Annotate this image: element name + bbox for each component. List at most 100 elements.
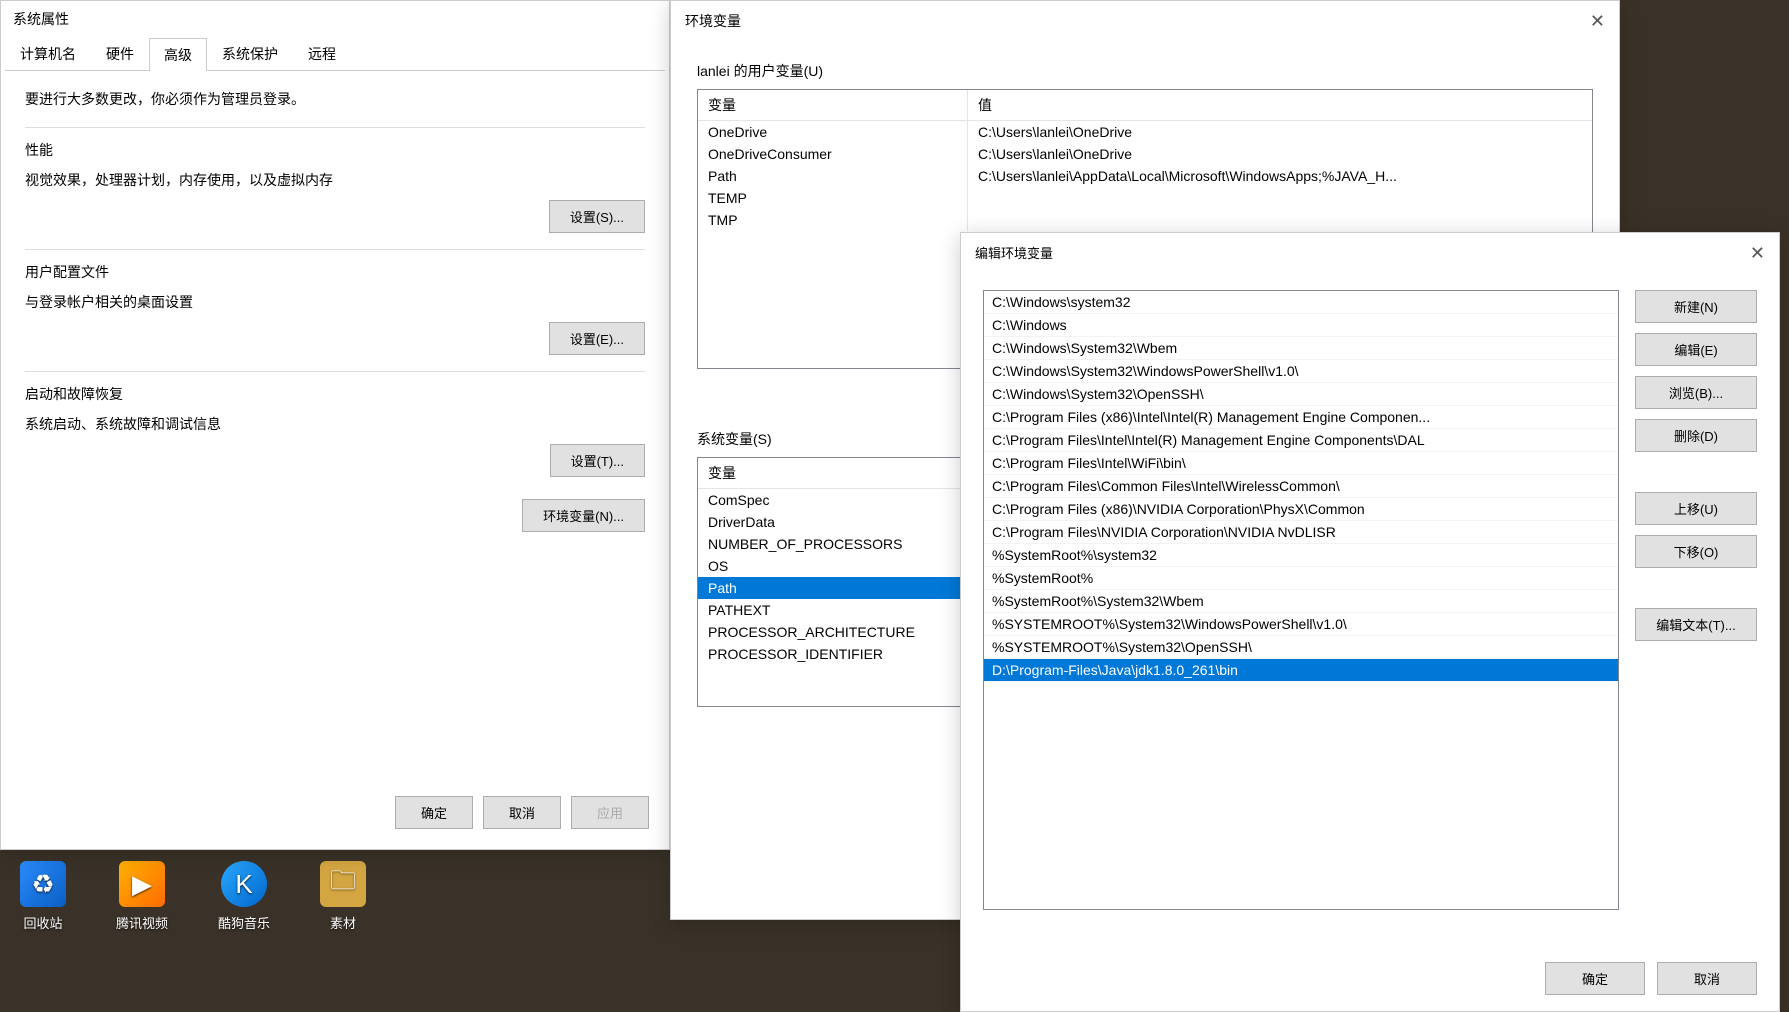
- cell-var: ComSpec: [698, 489, 968, 511]
- tab-hardware[interactable]: 硬件: [91, 37, 149, 70]
- cell-val: C:\Users\lanlei\OneDrive: [968, 121, 1592, 143]
- list-item[interactable]: C:\Program Files\Common Files\Intel\Wire…: [984, 475, 1618, 498]
- section-desc: 视觉效果，处理器计划，内存使用，以及虚拟内存: [25, 170, 645, 190]
- list-item[interactable]: C:\Program Files\Intel\WiFi\bin\: [984, 452, 1618, 475]
- section-title: 用户配置文件: [25, 262, 645, 282]
- col-variable[interactable]: 变量: [698, 458, 968, 488]
- list-item[interactable]: C:\Program Files\NVIDIA Corporation\NVID…: [984, 521, 1618, 544]
- section-desc: 与登录帐户相关的桌面设置: [25, 292, 645, 312]
- section-title: 性能: [25, 140, 645, 160]
- list-item[interactable]: %SYSTEMROOT%\System32\OpenSSH\: [984, 636, 1618, 659]
- cell-val: C:\Users\lanlei\OneDrive: [968, 143, 1592, 165]
- cell-var: PROCESSOR_ARCHITECTURE: [698, 621, 968, 643]
- cell-var: TEMP: [698, 187, 968, 209]
- list-item[interactable]: C:\Windows\System32\WindowsPowerShell\v1…: [984, 360, 1618, 383]
- user-profiles-section: 用户配置文件 与登录帐户相关的桌面设置 设置(E)...: [25, 249, 645, 371]
- delete-button[interactable]: 删除(D): [1635, 419, 1757, 452]
- table-row[interactable]: OneDriveConsumerC:\Users\lanlei\OneDrive: [698, 143, 1592, 165]
- list-item[interactable]: C:\Program Files (x86)\Intel\Intel(R) Ma…: [984, 406, 1618, 429]
- kugou-music-icon: K: [221, 861, 267, 907]
- user-vars-label: lanlei 的用户变量(U): [697, 61, 1593, 81]
- tab-computer-name[interactable]: 计算机名: [5, 37, 91, 70]
- list-item[interactable]: C:\Program Files\Intel\Intel(R) Manageme…: [984, 429, 1618, 452]
- titlebar: 编辑环境变量 ✕: [961, 233, 1779, 272]
- cell-var: NUMBER_OF_PROCESSORS: [698, 533, 968, 555]
- window-title: 系统属性: [1, 1, 669, 37]
- icon-label: 腾讯视频: [116, 913, 168, 932]
- cell-var: Path: [698, 577, 968, 599]
- browse-button[interactable]: 浏览(B)...: [1635, 376, 1757, 409]
- desktop-icon-kugou[interactable]: K 酷狗音乐: [218, 861, 270, 932]
- cell-var: OS: [698, 555, 968, 577]
- table-row[interactable]: TMP: [698, 209, 1592, 231]
- folder-icon: 🗀: [320, 861, 366, 907]
- close-icon[interactable]: ✕: [1750, 244, 1765, 262]
- moveup-button[interactable]: 上移(U): [1635, 492, 1757, 525]
- section-title: 启动和故障恢复: [25, 384, 645, 404]
- apply-button[interactable]: 应用: [571, 796, 649, 829]
- tab-body: 要进行大多数更改，你必须作为管理员登录。 性能 视觉效果，处理器计划，内存使用，…: [1, 71, 669, 550]
- list-item[interactable]: %SYSTEMROOT%\System32\WindowsPowerShell\…: [984, 613, 1618, 636]
- list-item[interactable]: %SystemRoot%\System32\Wbem: [984, 590, 1618, 613]
- new-button[interactable]: 新建(N): [1635, 290, 1757, 323]
- cell-var: DriverData: [698, 511, 968, 533]
- cell-val: C:\Users\lanlei\AppData\Local\Microsoft\…: [968, 165, 1592, 187]
- icon-label: 素材: [330, 913, 356, 932]
- desktop-icon-recycle[interactable]: ♻ 回收站: [20, 861, 66, 932]
- startup-section: 启动和故障恢复 系统启动、系统故障和调试信息 设置(T)...: [25, 371, 645, 493]
- list-item[interactable]: C:\Windows: [984, 314, 1618, 337]
- perf-settings-button[interactable]: 设置(S)...: [549, 200, 645, 233]
- cell-val: [968, 209, 1592, 231]
- path-list[interactable]: C:\Windows\system32C:\WindowsC:\Windows\…: [983, 290, 1619, 910]
- tab-system-protection[interactable]: 系统保护: [207, 37, 293, 70]
- edit-button[interactable]: 编辑(E): [1635, 333, 1757, 366]
- tab-remote[interactable]: 远程: [293, 37, 351, 70]
- list-item[interactable]: C:\Windows\System32\OpenSSH\: [984, 383, 1618, 406]
- tab-advanced[interactable]: 高级: [149, 38, 207, 71]
- tencent-video-icon: ▶: [119, 861, 165, 907]
- env-vars-button[interactable]: 环境变量(N)...: [522, 499, 645, 532]
- admin-warning: 要进行大多数更改，你必须作为管理员登录。: [25, 89, 645, 109]
- cell-var: TMP: [698, 209, 968, 231]
- edit-env-variable-window: 编辑环境变量 ✕ C:\Windows\system32C:\WindowsC:…: [960, 232, 1780, 1012]
- list-item[interactable]: %SystemRoot%\system32: [984, 544, 1618, 567]
- col-value[interactable]: 值: [968, 90, 1592, 120]
- desktop-icons: ♻ 回收站 ▶ 腾讯视频 K 酷狗音乐 🗀 素材: [20, 861, 366, 932]
- startup-settings-button[interactable]: 设置(T)...: [550, 444, 645, 477]
- table-row[interactable]: OneDriveC:\Users\lanlei\OneDrive: [698, 121, 1592, 143]
- recycle-bin-icon: ♻: [20, 861, 66, 907]
- system-properties-window: 系统属性 计算机名 硬件 高级 系统保护 远程 要进行大多数更改，你必须作为管理…: [0, 0, 670, 850]
- icon-label: 酷狗音乐: [218, 913, 270, 932]
- window-title: 环境变量: [685, 11, 741, 31]
- dialog-buttons: 确定 取消 应用: [395, 796, 649, 829]
- desktop-icon-tencent[interactable]: ▶ 腾讯视频: [116, 861, 168, 932]
- list-item[interactable]: C:\Program Files (x86)\NVIDIA Corporatio…: [984, 498, 1618, 521]
- grid-header: 变量 值: [698, 90, 1592, 121]
- body: C:\Windows\system32C:\WindowsC:\Windows\…: [961, 272, 1779, 928]
- cancel-button[interactable]: 取消: [1657, 962, 1757, 995]
- table-row[interactable]: TEMP: [698, 187, 1592, 209]
- cell-val: [968, 187, 1592, 209]
- list-item[interactable]: D:\Program-Files\Java\jdk1.8.0_261\bin: [984, 659, 1618, 682]
- edittext-button[interactable]: 编辑文本(T)...: [1635, 608, 1757, 641]
- cell-var: OneDrive: [698, 121, 968, 143]
- table-row[interactable]: PathC:\Users\lanlei\AppData\Local\Micros…: [698, 165, 1592, 187]
- cell-var: PROCESSOR_IDENTIFIER: [698, 643, 968, 665]
- window-title: 编辑环境变量: [975, 243, 1053, 262]
- titlebar: 环境变量 ✕: [671, 1, 1619, 41]
- col-variable[interactable]: 变量: [698, 90, 968, 120]
- movedown-button[interactable]: 下移(O): [1635, 535, 1757, 568]
- tab-bar: 计算机名 硬件 高级 系统保护 远程: [5, 37, 665, 71]
- list-item[interactable]: C:\Windows\system32: [984, 291, 1618, 314]
- cell-var: Path: [698, 165, 968, 187]
- side-buttons: 新建(N) 编辑(E) 浏览(B)... 删除(D) 上移(U) 下移(O) 编…: [1635, 290, 1757, 910]
- performance-section: 性能 视觉效果，处理器计划，内存使用，以及虚拟内存 设置(S)...: [25, 127, 645, 249]
- list-item[interactable]: %SystemRoot%: [984, 567, 1618, 590]
- list-item[interactable]: C:\Windows\System32\Wbem: [984, 337, 1618, 360]
- ok-button[interactable]: 确定: [1545, 962, 1645, 995]
- desktop-icon-folder[interactable]: 🗀 素材: [320, 861, 366, 932]
- close-icon[interactable]: ✕: [1590, 12, 1605, 30]
- cancel-button[interactable]: 取消: [483, 796, 561, 829]
- profile-settings-button[interactable]: 设置(E)...: [549, 322, 645, 355]
- ok-button[interactable]: 确定: [395, 796, 473, 829]
